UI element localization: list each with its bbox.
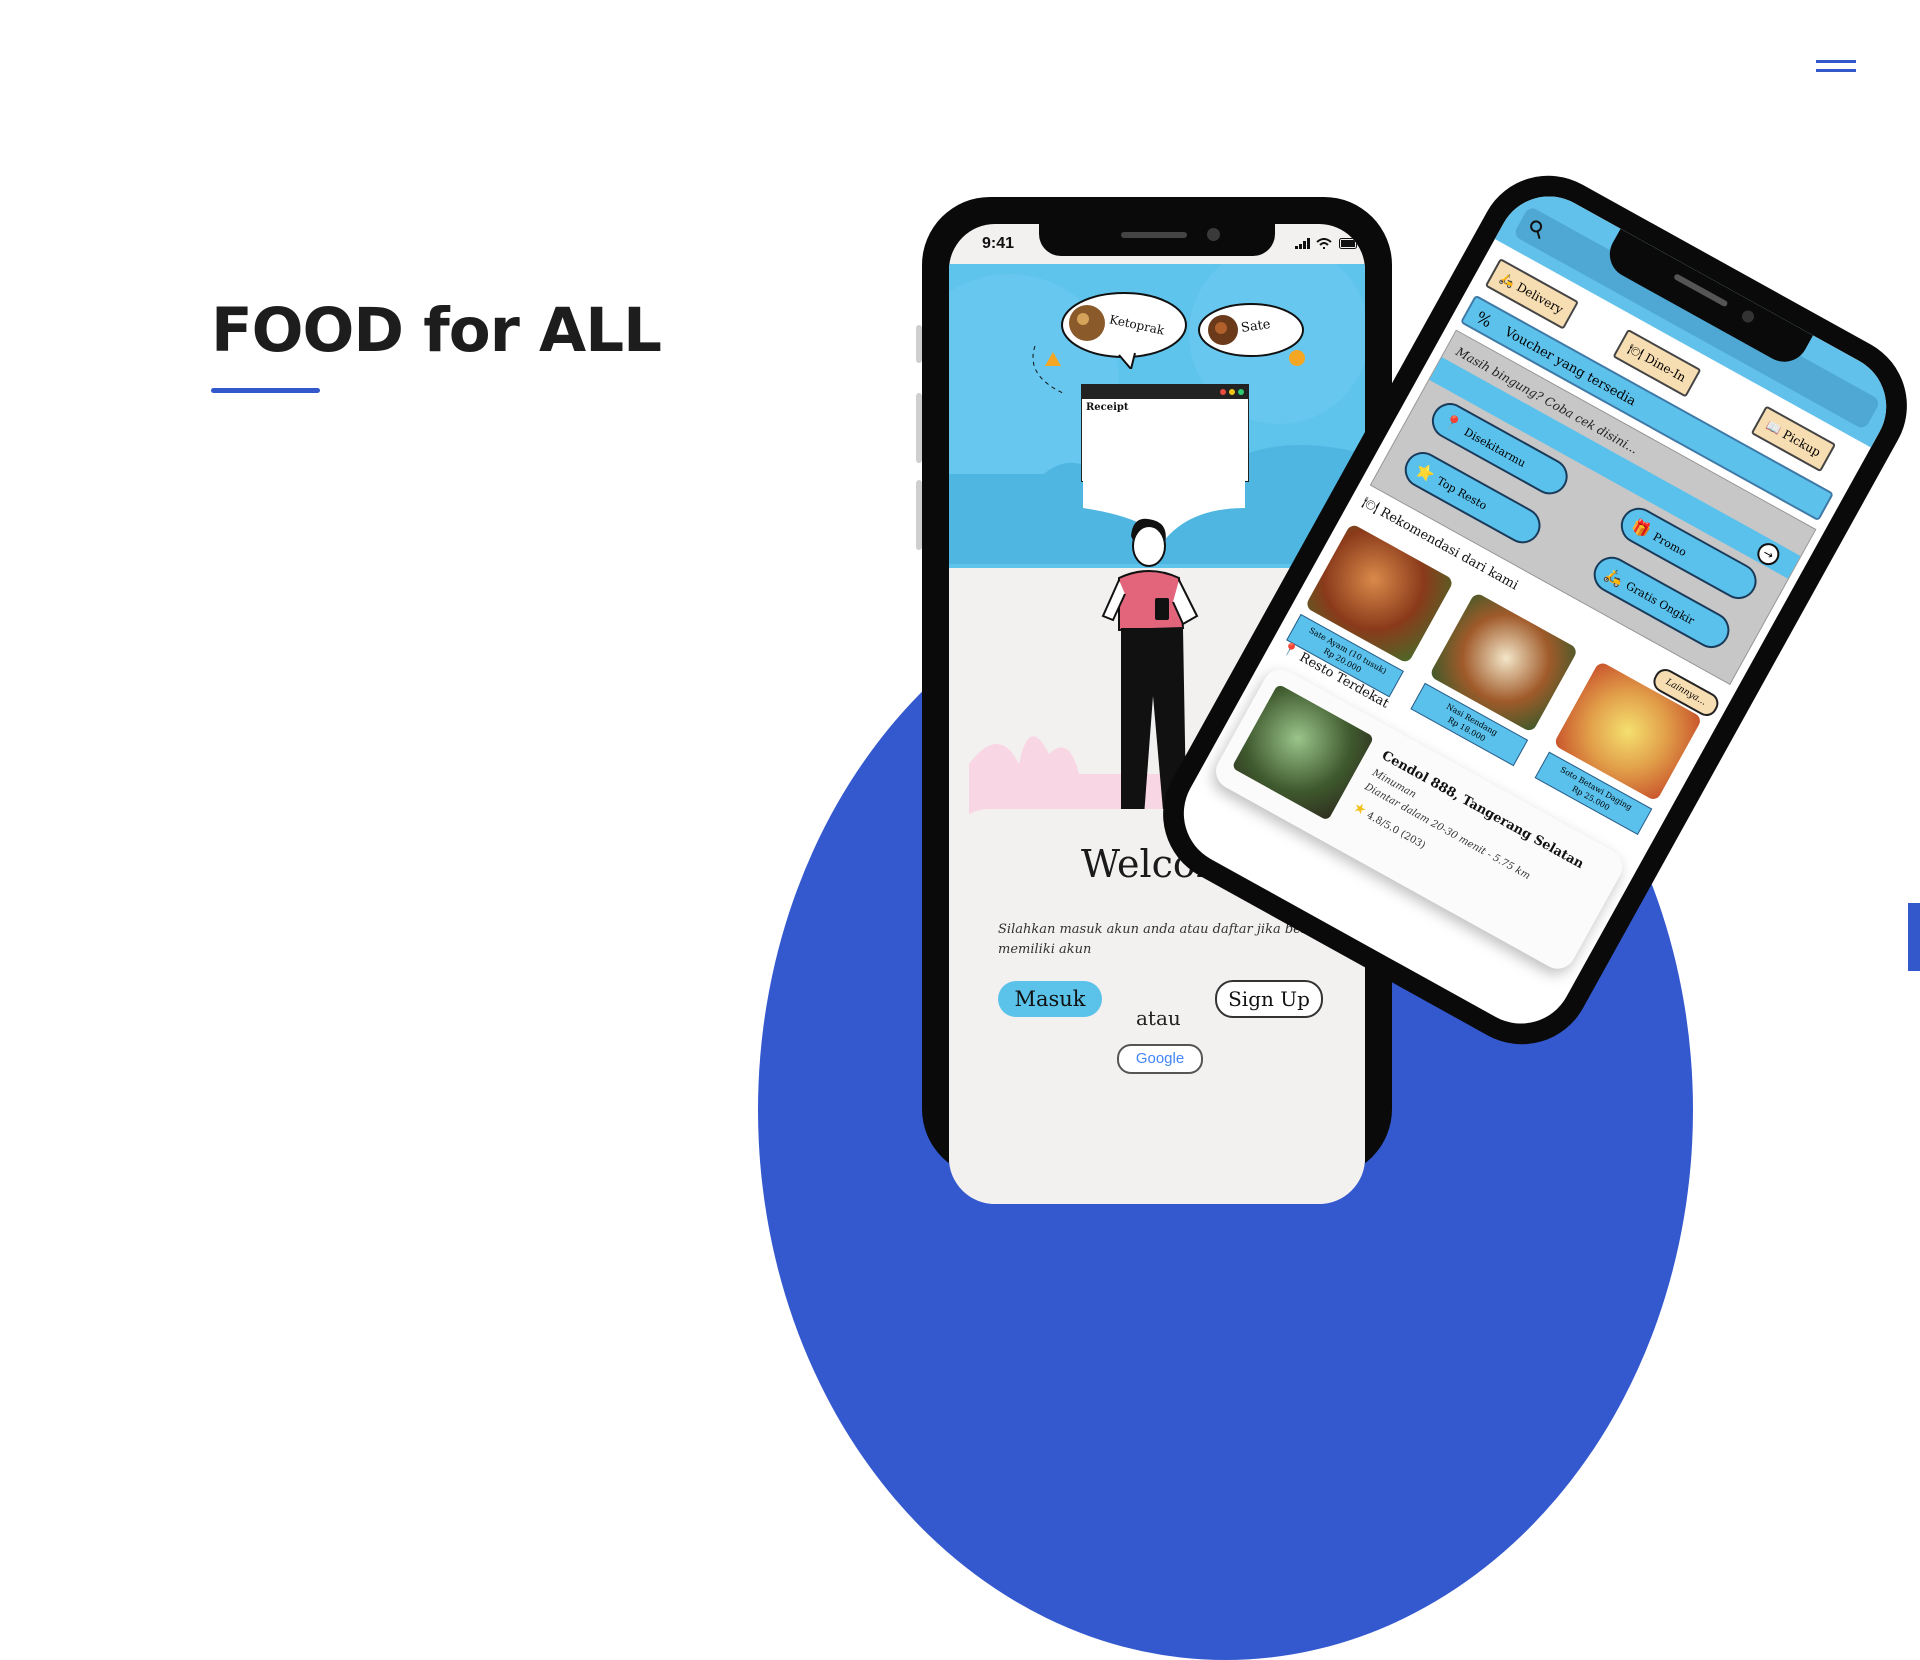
google-logo-text: Google	[1135, 1050, 1185, 1067]
resto-image	[1231, 683, 1375, 821]
location-pin-icon: 📍	[1439, 411, 1465, 436]
phone-button	[916, 325, 922, 363]
side-tab[interactable]	[1908, 903, 1920, 971]
page-title: FOOD for ALL	[211, 295, 662, 366]
receipt-window: Receipt	[1081, 384, 1249, 482]
arrow-right-icon[interactable]: →	[1753, 539, 1784, 570]
title-underline	[211, 388, 320, 393]
food-card[interactable]: Nasi Rendang Rp 18.000	[1410, 591, 1579, 767]
search-icon	[1530, 220, 1543, 239]
promo-icon: 🎁	[1628, 515, 1654, 541]
receipt-title: Receipt	[1086, 402, 1129, 413]
welcome-subtitle: Silahkan masuk akun anda atau daftar jik…	[998, 922, 1326, 957]
voucher-icon: %	[1472, 307, 1496, 332]
wifi-icon	[1316, 238, 1332, 249]
orange-dot-icon	[1289, 350, 1305, 366]
star-icon: ⭐	[1412, 460, 1438, 485]
google-login-button[interactable]: Google	[1117, 1044, 1203, 1074]
phone-button	[916, 393, 922, 463]
phone-notch	[1039, 224, 1275, 256]
or-label: atau	[1136, 1006, 1181, 1030]
signup-button[interactable]: Sign Up	[1215, 980, 1323, 1018]
phone-button	[916, 480, 922, 550]
hamburger-menu-icon[interactable]	[1813, 55, 1859, 79]
login-button[interactable]: Masuk	[998, 981, 1102, 1017]
menu-line	[1816, 69, 1856, 72]
menu-line	[1816, 60, 1856, 63]
scooter-icon: 🛵	[1601, 564, 1627, 590]
battery-icon	[1339, 238, 1357, 249]
status-time: 9:41	[982, 235, 1015, 252]
resto-rating: ★ 4.8/5.0 (203)	[1350, 798, 1428, 852]
signal-icon	[1295, 238, 1310, 249]
